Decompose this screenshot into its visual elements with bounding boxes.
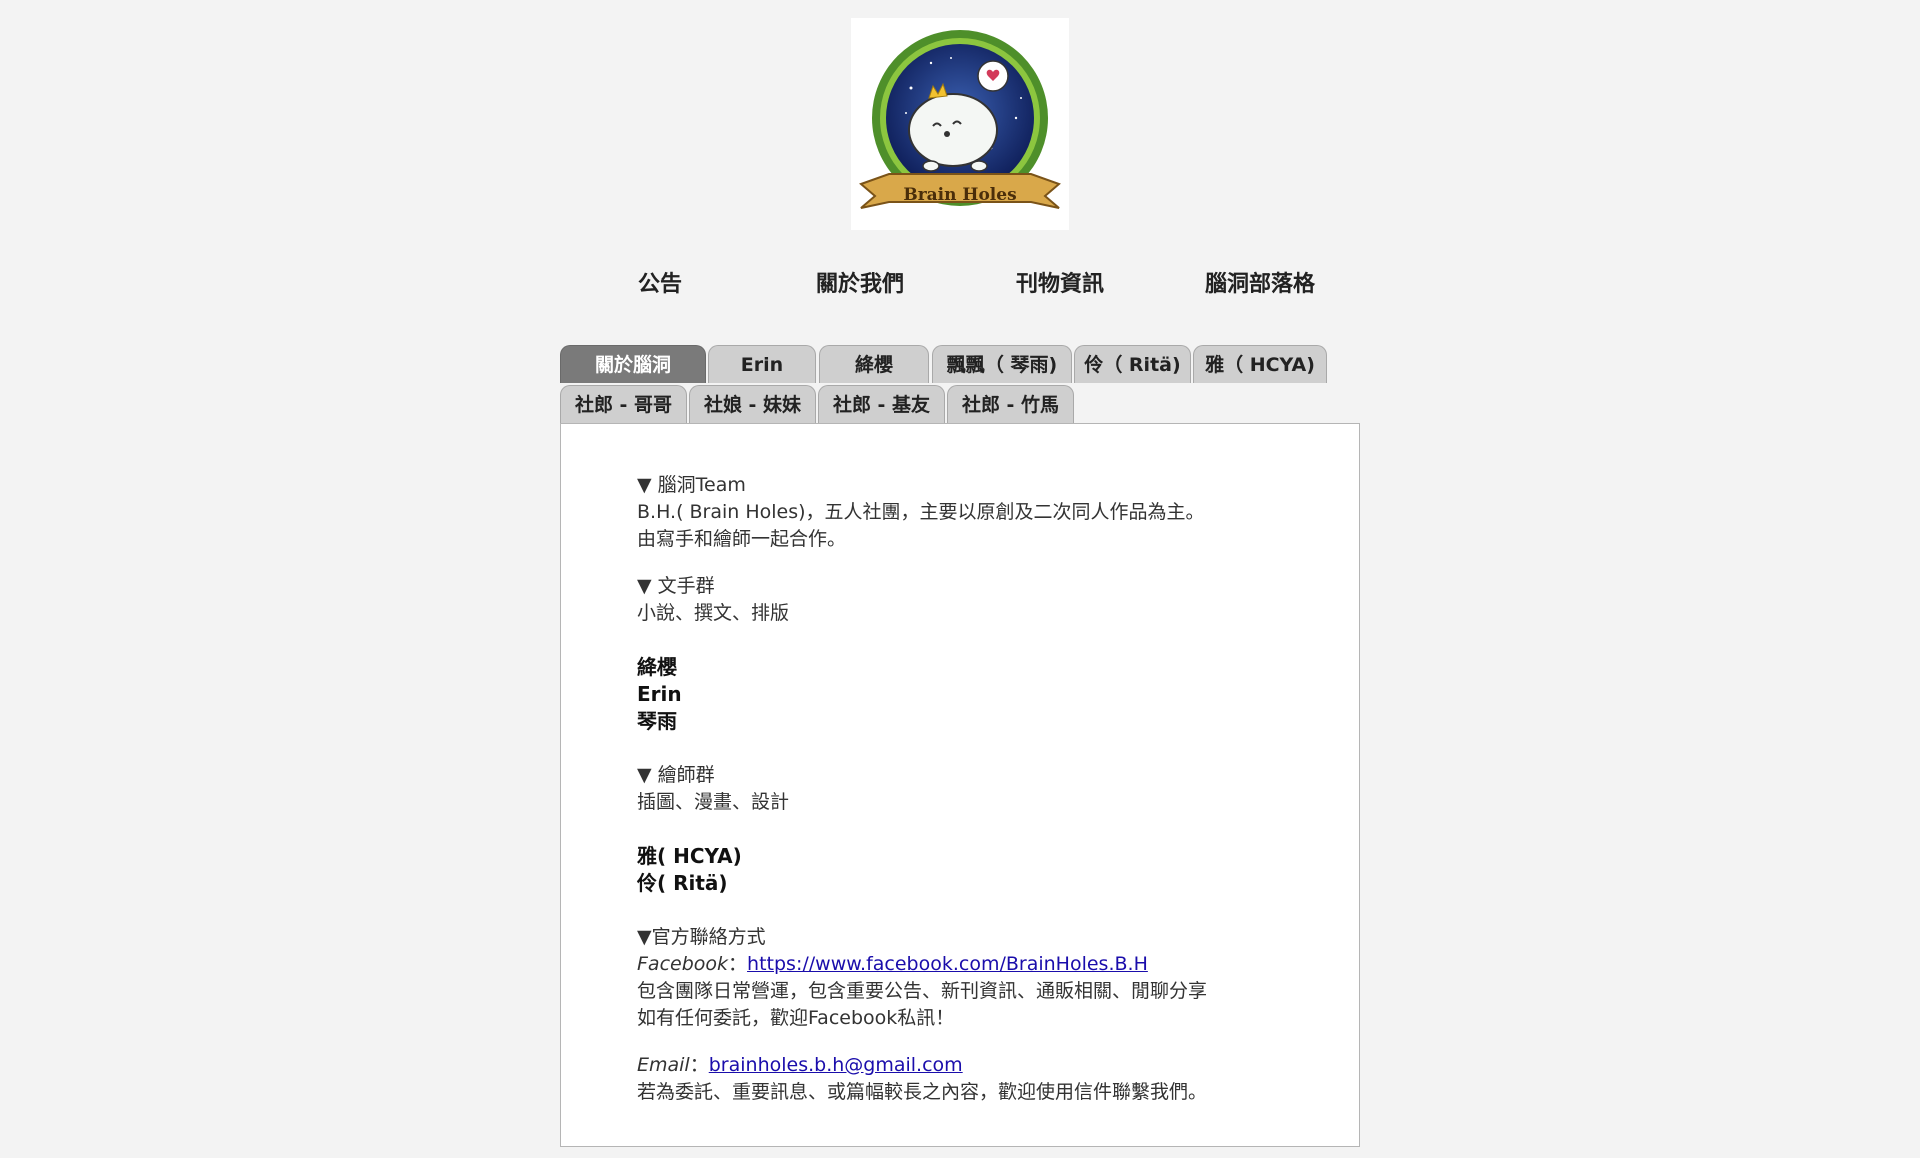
nav-blog[interactable]: 腦洞部落格 (1205, 266, 1315, 298)
email-description: 若為委託、重要訊息、或篇幅較長之內容，歡迎使用信件聯繫我們。 (637, 1081, 1208, 1103)
nav-about-us[interactable]: 關於我們 (816, 266, 904, 298)
tab-mascot-sister[interactable]: 社娘 - 妹妹 (689, 385, 816, 423)
writer-name: 琴雨 (637, 709, 677, 733)
artists-heading: ▼ 繪師群 (637, 764, 715, 786)
facebook-link[interactable]: https://www.facebook.com/BrainHoles.B.H (747, 953, 1148, 975)
site-logo[interactable]: Brain Holes (851, 18, 1069, 230)
team-heading: ▼ 腦洞Team (637, 474, 746, 496)
tab-erin[interactable]: Erin (708, 345, 816, 383)
tab-ya[interactable]: 雅（ HCYA) (1193, 345, 1327, 383)
facebook-separator: ： (728, 953, 748, 975)
artists-description: 插圖、漫畫、設計 (637, 791, 790, 813)
artist-name: 雅( HCYA) (637, 844, 742, 868)
team-description: B.H.( Brain Holes)，五人社團，主要以原創及二次同人作品為主。 (637, 501, 1205, 523)
tab-about-brain-holes[interactable]: 關於腦洞 (560, 345, 706, 383)
nav-announcements[interactable]: 公告 (638, 266, 682, 298)
tab-mascot-buddy[interactable]: 社郎 - 基友 (818, 385, 945, 423)
tab-piaopiao[interactable]: 飄飄（ 琴雨) (932, 345, 1072, 383)
contact-heading: ▼官方聯絡方式 (637, 926, 766, 948)
brain-holes-logo-icon: Brain Holes (859, 30, 1061, 209)
tab-content-panel: ▼ 腦洞Team B.H.( Brain Holes)，五人社團，主要以原創及二… (560, 423, 1360, 1147)
writer-name: Erin (637, 682, 682, 706)
writers-heading: ▼ 文手群 (637, 575, 715, 597)
artist-name: 伶( Ritä) (637, 871, 728, 895)
facebook-description-2: 如有任何委託，歡迎Facebook私訊！ (637, 1007, 955, 1029)
email-separator: ： (689, 1054, 709, 1076)
nav-publications[interactable]: 刊物資訊 (1016, 266, 1104, 298)
main-nav: 公告 關於我們 刊物資訊 腦洞部落格 (560, 266, 1360, 306)
writers-description: 小說、撰文、排版 (637, 602, 790, 624)
tab-mascot-childhood-friend[interactable]: 社郎 - 竹馬 (947, 385, 1074, 423)
facebook-description: 包含團隊日常營運，包含重要公告、新刊資訊、通販相關、閒聊分享 (637, 980, 1208, 1002)
email-line: Email：brainholes.b.h@gmail.com (637, 1052, 1317, 1079)
tab-jiangying[interactable]: 絳櫻 (819, 345, 929, 383)
tab-mascot-brother[interactable]: 社郎 - 哥哥 (560, 385, 687, 423)
team-description-2: 由寫手和繪師一起合作。 (637, 528, 847, 550)
facebook-label: Facebook (637, 953, 729, 975)
email-link[interactable]: brainholes.b.h@gmail.com (709, 1054, 963, 1076)
email-label: Email (637, 1054, 690, 1076)
writer-name: 絳櫻 (637, 655, 677, 679)
tab-ling[interactable]: 伶（ Ritä) (1074, 345, 1191, 383)
svg-text:Brain Holes: Brain Holes (903, 185, 1016, 205)
about-content: ▼ 腦洞Team B.H.( Brain Holes)，五人社團，主要以原創及二… (637, 472, 1317, 1106)
facebook-line: Facebook：https://www.facebook.com/BrainH… (637, 951, 1317, 978)
